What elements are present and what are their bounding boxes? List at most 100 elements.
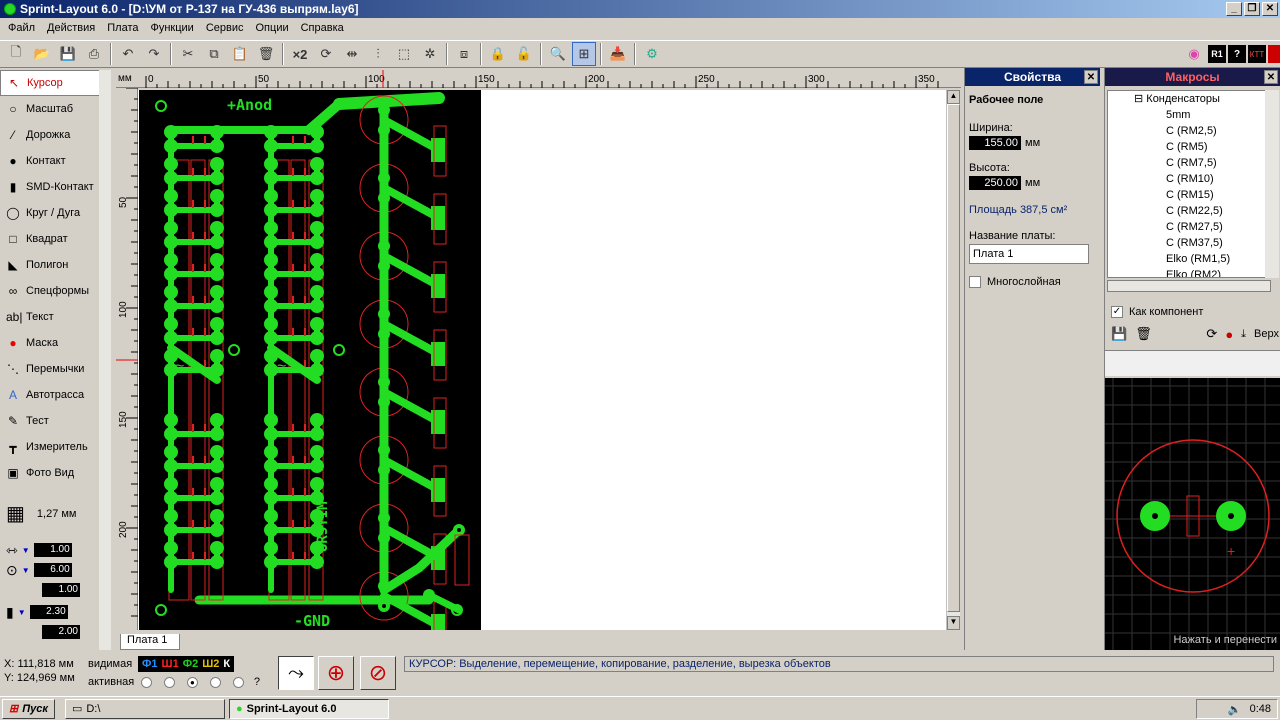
layer-4-radio[interactable] [232,676,244,688]
as-component-checkbox[interactable]: ✓ [1111,306,1123,318]
width-field[interactable]: 155.00 [969,136,1021,150]
grid-value[interactable]: 1,27 мм [37,508,77,520]
track[interactable] [380,320,443,358]
macro-item[interactable]: Elko (RM2) [1108,267,1270,277]
tool-test[interactable]: ✎ Тест [0,408,100,434]
task-drive[interactable]: ▭ D:\ [64,698,225,719]
unlock-icon[interactable]: 🔓 [512,42,536,66]
menu-actions[interactable]: Действия [41,22,101,34]
tool-jumper[interactable]: ⋱ Перемычки [0,356,100,382]
track[interactable] [333,92,445,110]
track[interactable] [380,184,443,222]
align-icon[interactable]: ⫶ [366,42,390,66]
copy-icon[interactable]: ⧉ [202,42,226,66]
mirror-icon[interactable]: ⇹ [340,42,364,66]
layer-3-toggle[interactable]: Ш2 [202,658,219,670]
speaker-icon[interactable]: 🔈 [1228,703,1242,716]
close-button[interactable]: ✕ [1262,2,1278,16]
undo-icon[interactable]: ↶ [116,42,140,66]
track-width-field[interactable]: 1.00 [33,543,72,557]
tool-panel-scrollbar[interactable] [99,70,111,650]
macro-tree[interactable]: ⊟ Конденсаторы 5mm C (RM2,5) C (RM5) C (RM7… [1107,90,1271,278]
connections-icon[interactable]: ⊞ [572,42,596,66]
save-icon[interactable]: 💾 [56,42,80,66]
top-side-label[interactable]: Верх [1254,328,1279,340]
layer-3-radio[interactable] [209,676,221,688]
r1-icon[interactable]: R1 [1208,45,1226,63]
restore-button[interactable]: ❐ [1244,2,1260,16]
tool-track[interactable]: ⁄ Дорожка [0,122,100,148]
new-file-icon[interactable]: 🗋 [4,42,28,66]
smd-pad[interactable] [431,342,445,366]
save-macro-icon[interactable]: 💾 [1111,326,1127,342]
menu-functions[interactable]: Функции [144,22,199,34]
tool-specforms[interactable]: ∞ Спецформы [0,278,100,304]
tool-zoom[interactable]: ○ Масштаб [0,96,100,122]
menu-file[interactable]: Файл [2,22,41,34]
layer-1-radio[interactable] [163,676,175,688]
pad-outer-field[interactable]: 6.00 [33,563,72,577]
cut-icon[interactable]: ✂ [176,42,200,66]
route-mode-icon[interactable]: ⤳ [278,656,314,690]
layer-help[interactable]: ? [254,676,260,688]
layer-0-toggle[interactable]: Ф1 [142,658,158,670]
close-icon[interactable]: ✕ [1084,70,1098,84]
menu-help[interactable]: Справка [295,22,350,34]
delete-icon[interactable]: 🗑 [254,42,278,66]
layer-2-radio[interactable]: ● [186,676,198,688]
pad-inner-field[interactable]: 1.00 [42,583,80,597]
track[interactable] [380,116,443,154]
tool-mask[interactable]: ● Маска [0,330,100,356]
open-folder-icon[interactable]: 📂 [30,42,54,66]
scroll-up-arrow[interactable]: ▲ [947,90,960,104]
gear-icon[interactable]: ⚙ [640,42,664,66]
macro-item[interactable]: C (RM7,5) [1108,155,1270,171]
layer-4-toggle[interactable]: К [223,658,230,670]
smd-pad[interactable] [431,478,445,502]
rotate-icon[interactable]: ⟳ [314,42,338,66]
top-side-icon[interactable]: ⤓ [1241,328,1246,341]
board-name-input[interactable] [969,244,1089,264]
scroll-thumb[interactable] [947,104,960,612]
tool-square[interactable]: □ Квадрат [0,226,100,252]
tool-autoroute[interactable]: A Автотрасса [0,382,100,408]
task-sprint-layout[interactable]: ● Sprint-Layout 6.0 [228,698,389,719]
tree-hscroll[interactable] [1107,280,1271,292]
delete-macro-icon[interactable]: 🗑 [1135,326,1152,342]
track[interactable] [380,252,443,290]
macro-item[interactable]: 5mm [1108,107,1270,123]
macro-item[interactable]: C (RM15) [1108,187,1270,203]
lock-icon[interactable]: 🔒 [486,42,510,66]
rotate-macro-icon[interactable]: ⟳ [1206,326,1217,342]
tool-pad[interactable]: ● Контакт [0,148,100,174]
tool-polygon[interactable]: ◣ Полигон [0,252,100,278]
tool-text[interactable]: ab| Текст [0,304,100,330]
height-field[interactable]: 250.00 [969,176,1021,190]
minimize-button[interactable]: _ [1226,2,1242,16]
macro-preview[interactable]: + Нажать и перенести [1105,378,1280,650]
scroll-down-arrow[interactable]: ▼ [947,616,960,630]
smd-height-field[interactable]: 2.00 [42,625,80,639]
layer-2-toggle[interactable]: Ф2 [183,658,199,670]
macro-item[interactable]: C (RM2,5) [1108,123,1270,139]
canvas-scrollbar[interactable]: ▲ ▼ [946,90,960,630]
macro-item[interactable]: C (RM37,5) [1108,235,1270,251]
tool-cursor[interactable]: ↖ Курсор [0,70,100,96]
smd-pad[interactable] [431,410,445,434]
menu-service[interactable]: Сервис [200,22,250,34]
tool-circle[interactable]: ◯ Круг / Дуга [0,200,100,226]
page-tab[interactable]: Плата 1 [120,634,180,650]
track[interactable] [379,563,424,595]
multilayer-checkbox[interactable] [969,276,981,288]
record-icon[interactable]: ● [1225,327,1233,342]
smd-pad[interactable] [431,274,445,298]
tool-smd[interactable]: ▮ SMD-Контакт [0,174,100,200]
crosshair-icon[interactable]: ⊕ [318,656,354,690]
zoom-search-icon[interactable]: 🔍 [546,42,570,66]
ungroup-icon[interactable]: ✲ [418,42,442,66]
duplicate-icon[interactable]: ×2 [288,42,312,66]
start-button[interactable]: ⊞ Пуск [2,698,55,719]
menu-options[interactable]: Опции [250,22,295,34]
help-icon[interactable]: ? [1228,45,1246,63]
close-icon[interactable]: ✕ [1264,70,1278,84]
